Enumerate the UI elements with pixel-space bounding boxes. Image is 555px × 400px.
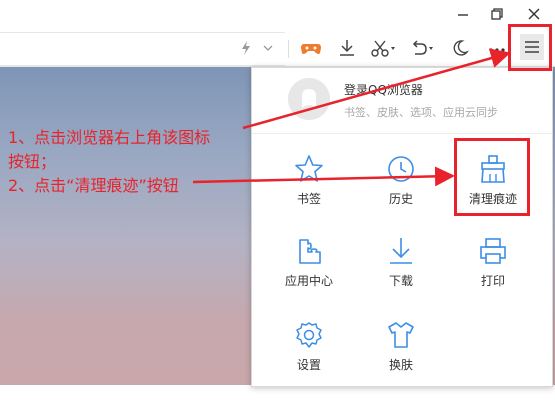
menu-item-settings[interactable]: 设置 — [264, 320, 354, 400]
shirt-icon — [388, 322, 414, 348]
title-bar — [0, 0, 555, 30]
menu-item-print[interactable]: 打印 — [448, 236, 538, 316]
menu-item-label: 应用中心 — [284, 274, 333, 288]
menu-item-bookmarks[interactable]: 书签 — [264, 154, 354, 234]
scissors-icon[interactable] — [370, 38, 396, 58]
annotation-line-2: 按钮； — [8, 152, 57, 171]
menu-item-history[interactable]: 历史 — [356, 154, 446, 234]
undo-icon[interactable] — [408, 38, 434, 58]
highlight-menu-icon — [508, 24, 552, 71]
puzzle-icon — [299, 239, 321, 264]
menu-item-label: 设置 — [296, 358, 321, 372]
login-subtitle: 书签、皮肤、选项、应用云同步 — [344, 106, 498, 119]
lightning-icon[interactable] — [239, 38, 253, 58]
toolbar-divider — [288, 40, 289, 58]
login-section[interactable]: 登录QQ浏览器 书签、皮肤、选项、应用云同步 — [252, 68, 552, 134]
moon-icon[interactable] — [451, 38, 470, 58]
download-icon — [390, 238, 412, 264]
printer-icon — [480, 238, 506, 264]
menu-item-download[interactable]: 下载 — [356, 236, 446, 316]
minimize-icon[interactable] — [455, 6, 471, 22]
highlight-clear-traces — [454, 138, 530, 216]
menu-item-label: 换肤 — [388, 358, 413, 372]
main-menu-panel: 登录QQ浏览器 书签、皮肤、选项、应用云同步 书签 历史 清理痕迹 应用中心 下… — [251, 67, 553, 387]
restore-icon[interactable] — [489, 6, 505, 22]
menu-item-skin[interactable]: 换肤 — [356, 320, 446, 400]
star-icon — [295, 155, 323, 182]
toolbar — [0, 30, 555, 67]
chevron-down-icon[interactable] — [261, 38, 275, 58]
game-icon[interactable] — [300, 38, 322, 58]
menu-item-label: 书签 — [296, 192, 321, 206]
menu-item-label: 下载 — [388, 274, 413, 288]
avatar[interactable] — [288, 78, 330, 120]
gear-icon — [296, 322, 322, 348]
menu-item-app-center[interactable]: 应用中心 — [264, 236, 354, 316]
download-icon[interactable] — [337, 38, 357, 58]
clock-icon — [388, 156, 414, 182]
close-icon[interactable] — [526, 6, 542, 22]
menu-item-label: 历史 — [388, 192, 413, 206]
annotation-line-3: 2、点击“清理痕迹”按钮 — [8, 176, 179, 195]
menu-item-label: 打印 — [480, 274, 505, 288]
annotation-line-1: 1、点击浏览器右上角该图标 — [8, 128, 211, 147]
more-icon[interactable] — [487, 38, 507, 58]
login-title[interactable]: 登录QQ浏览器 — [344, 81, 423, 98]
